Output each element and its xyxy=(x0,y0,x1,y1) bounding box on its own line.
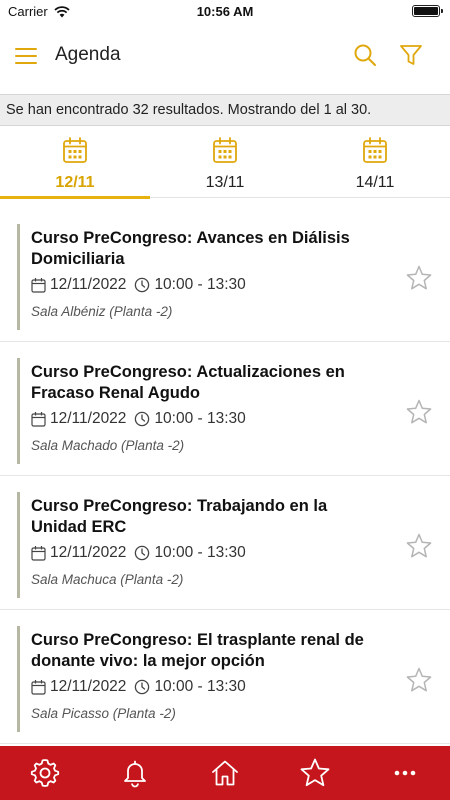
event-list: Curso PreCongreso: Avances en Diálisis D… xyxy=(0,208,450,746)
event-date: 12/11/2022 xyxy=(50,678,127,695)
event-time: 10:00 - 13:30 xyxy=(154,544,246,561)
status-time: 10:56 AM xyxy=(196,4,254,19)
tab-label: 14/11 xyxy=(355,174,395,191)
battery-icon xyxy=(412,5,443,17)
event-meta: 12/11/2022 10:00 - 13:30 xyxy=(31,276,246,294)
tab-date-1311[interactable]: 13/11 xyxy=(150,128,300,198)
filter-icon[interactable] xyxy=(398,42,424,68)
event-accent-bar xyxy=(17,492,20,598)
bottom-nav xyxy=(0,746,450,800)
home-icon xyxy=(212,760,238,786)
favorite-star-icon[interactable] xyxy=(405,264,433,292)
tab-label: 12/11 xyxy=(55,174,95,191)
status-bar: Carrier 10:56 AM xyxy=(0,0,450,22)
results-summary-bar: Se han encontrado 32 resultados. Mostran… xyxy=(0,94,450,126)
event-accent-bar xyxy=(17,224,20,330)
event-time: 10:00 - 13:30 xyxy=(154,678,246,695)
page-title: Agenda xyxy=(55,44,121,65)
event-date: 12/11/2022 xyxy=(50,276,127,293)
clock-icon xyxy=(135,545,150,561)
event-room: Sala Machado (Planta -2) xyxy=(31,438,185,453)
tab-label: 13/11 xyxy=(205,174,245,191)
event-title: Curso PreCongreso: Actualizaciones en Fr… xyxy=(31,363,345,402)
event-room: Sala Machuca (Planta -2) xyxy=(31,572,184,587)
clock-icon xyxy=(135,411,150,427)
clock-icon xyxy=(135,277,150,293)
clock-icon xyxy=(135,679,150,695)
nav-home-button[interactable] xyxy=(180,746,270,800)
calendar-icon xyxy=(63,137,87,163)
event-accent-bar xyxy=(17,358,20,464)
tab-date-1211[interactable]: 12/11 xyxy=(0,128,150,199)
agenda-screen: Carrier 10:56 AM Agenda Se han encontrad… xyxy=(0,0,450,800)
settings-icon xyxy=(30,759,60,787)
event-title: Curso PreCongreso: Avances en Diálisis D… xyxy=(31,229,350,268)
nav-settings-button[interactable] xyxy=(0,746,90,800)
event-list-item[interactable]: Curso PreCongreso: Actualizaciones en Fr… xyxy=(0,342,450,476)
results-summary-text: Se han encontrado 32 resultados. Mostran… xyxy=(6,102,372,118)
event-time: 10:00 - 13:30 xyxy=(154,410,246,427)
event-date: 12/11/2022 xyxy=(50,410,127,427)
tab-date-1411[interactable]: 14/11 xyxy=(300,128,450,198)
calendar-icon xyxy=(31,680,46,695)
favorite-star-icon[interactable] xyxy=(405,398,433,426)
event-room: Sala Albéniz (Planta -2) xyxy=(31,304,173,319)
calendar-icon xyxy=(31,546,46,561)
calendar-icon xyxy=(213,137,237,163)
event-time: 10:00 - 13:30 xyxy=(154,276,246,293)
calendar-icon xyxy=(363,137,387,163)
favorite-star-icon[interactable] xyxy=(405,666,433,694)
event-date: 12/11/2022 xyxy=(50,544,127,561)
event-meta: 12/11/2022 10:00 - 13:30 xyxy=(31,678,246,696)
event-title: Curso PreCongreso: Trabajando en la Unid… xyxy=(31,497,328,536)
nav-notifications-button[interactable] xyxy=(90,746,180,800)
nav-more-button[interactable] xyxy=(360,746,450,800)
menu-icon[interactable] xyxy=(13,44,39,68)
favorite-star-icon[interactable] xyxy=(405,532,433,560)
event-list-item[interactable]: Curso PreCongreso: Avances en Diálisis D… xyxy=(0,208,450,342)
calendar-icon xyxy=(31,412,46,427)
bell-icon xyxy=(124,760,146,788)
search-icon[interactable] xyxy=(352,42,378,68)
event-accent-bar xyxy=(17,626,20,732)
event-meta: 12/11/2022 10:00 - 13:30 xyxy=(31,544,246,562)
event-room: Sala Picasso (Planta -2) xyxy=(31,706,176,721)
star-icon xyxy=(300,758,330,787)
event-title: Curso PreCongreso: El trasplante renal d… xyxy=(31,631,364,670)
event-list-item[interactable]: Curso PreCongreso: Trabajando en la Unid… xyxy=(0,476,450,610)
nav-favorites-button[interactable] xyxy=(270,746,360,800)
calendar-icon xyxy=(31,278,46,293)
event-meta: 12/11/2022 10:00 - 13:30 xyxy=(31,410,246,428)
event-list-item[interactable]: Curso PreCongreso: El trasplante renal d… xyxy=(0,610,450,744)
more-icon xyxy=(394,770,416,776)
date-tabs: 12/11 13/11 14/11 xyxy=(0,128,450,199)
app-header: Agenda xyxy=(0,30,450,82)
